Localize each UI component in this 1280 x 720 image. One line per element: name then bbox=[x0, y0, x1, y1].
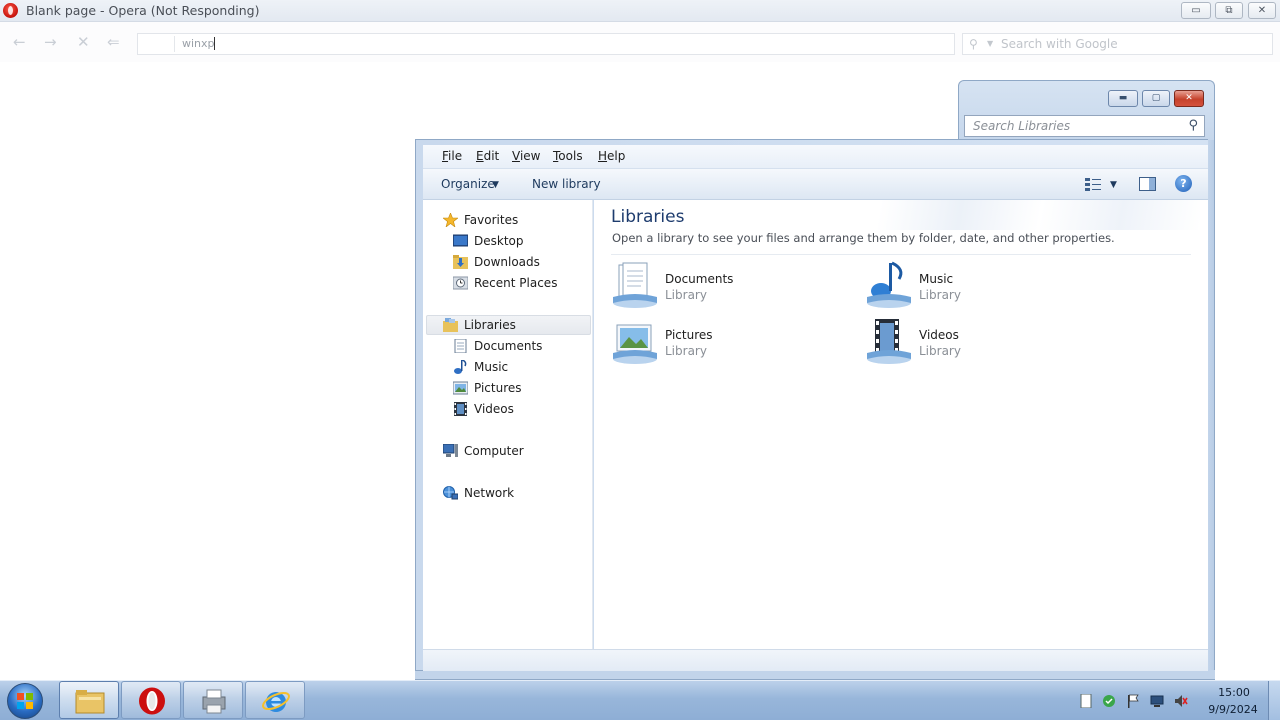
page-description: Open a library to see your files and arr… bbox=[612, 231, 1115, 245]
clock-time[interactable]: 15:00 bbox=[1210, 686, 1258, 699]
libraries-icon bbox=[443, 318, 458, 332]
organize-button[interactable]: Organize bbox=[441, 177, 495, 191]
taskbar-printer-button[interactable] bbox=[183, 681, 243, 719]
preview-pane-icon[interactable] bbox=[1139, 177, 1156, 191]
header-decoration bbox=[800, 200, 1200, 230]
computer-icon bbox=[443, 444, 458, 457]
folder-icon bbox=[75, 690, 105, 714]
library-kind: Library bbox=[665, 344, 707, 358]
explorer-close-button[interactable]: ✕ bbox=[1174, 90, 1204, 107]
show-desktop-button[interactable] bbox=[1268, 681, 1280, 720]
document-tray-icon[interactable] bbox=[1079, 694, 1093, 708]
video-film-icon bbox=[454, 402, 467, 416]
chevron-down-icon[interactable]: ▼ bbox=[987, 39, 993, 48]
menu-tools[interactable]: Tools bbox=[553, 149, 583, 163]
menu-edit[interactable]: Edit bbox=[476, 149, 499, 163]
stop-icon[interactable]: ✕ bbox=[77, 35, 90, 50]
network-status-icon[interactable] bbox=[1150, 694, 1164, 708]
forward-arrow-icon[interactable]: → bbox=[44, 35, 57, 50]
explorer-frame-bottom bbox=[415, 670, 1215, 680]
enter-key-icon[interactable]: ⇐ bbox=[107, 35, 120, 50]
music-library-icon bbox=[867, 261, 911, 308]
recent-places-icon bbox=[453, 276, 468, 290]
star-icon bbox=[443, 213, 458, 227]
search-libraries-box[interactable]: Search Libraries ⚲ bbox=[964, 115, 1205, 137]
menu-view[interactable]: View bbox=[512, 149, 540, 163]
network-icon bbox=[443, 486, 458, 500]
taskbar-opera-button[interactable] bbox=[121, 681, 181, 719]
security-shield-icon[interactable] bbox=[1102, 694, 1116, 708]
library-name: Pictures bbox=[665, 328, 713, 342]
opera-titlebar[interactable]: Blank page - Opera (Not Responding) ▭ ⧉ … bbox=[0, 0, 1280, 22]
chevron-down-icon[interactable]: ▼ bbox=[492, 180, 499, 190]
library-item-documents[interactable]: Documents Library bbox=[611, 261, 811, 311]
documents-library-icon bbox=[613, 262, 657, 308]
address-input[interactable]: winxp bbox=[182, 37, 215, 50]
library-name: Documents bbox=[665, 272, 734, 286]
library-kind: Library bbox=[919, 344, 961, 358]
pictures-icon bbox=[453, 381, 468, 395]
videos-library-icon bbox=[867, 319, 911, 364]
printer-icon bbox=[202, 689, 226, 714]
search-libraries-input[interactable]: Search Libraries bbox=[973, 119, 1070, 133]
library-item-pictures[interactable]: Pictures Library bbox=[611, 317, 811, 367]
music-note-icon bbox=[454, 360, 467, 374]
opera-logo-icon bbox=[3, 3, 18, 18]
search-icon: ⚲ bbox=[969, 37, 978, 51]
documents-icon bbox=[454, 339, 467, 353]
address-separator bbox=[174, 36, 175, 52]
search-box[interactable]: ⚲ ▼ Search with Google bbox=[962, 33, 1273, 55]
text-caret bbox=[214, 37, 215, 50]
taskbar-explorer-button[interactable] bbox=[59, 681, 119, 719]
pictures-library-icon bbox=[613, 324, 657, 364]
desktop-icon bbox=[453, 234, 468, 247]
library-item-music[interactable]: Music Library bbox=[865, 261, 1065, 311]
search-icon[interactable]: ⚲ bbox=[1188, 118, 1198, 133]
help-icon[interactable]: ? bbox=[1175, 175, 1192, 192]
volume-muted-icon[interactable] bbox=[1174, 694, 1188, 708]
chevron-down-icon[interactable]: ▼ bbox=[1110, 180, 1117, 190]
opera-window-title: Blank page - Opera (Not Responding) bbox=[26, 3, 260, 18]
divider bbox=[611, 254, 1191, 255]
explorer-minimize-button[interactable]: ▬ bbox=[1108, 90, 1138, 107]
action-center-flag-icon[interactable] bbox=[1126, 694, 1140, 708]
library-name: Videos bbox=[919, 328, 959, 342]
status-bar bbox=[423, 649, 1208, 671]
clock-date[interactable]: 9/9/2024 bbox=[1205, 703, 1261, 716]
library-name: Music bbox=[919, 272, 954, 286]
menu-bar: File Edit View Tools Help bbox=[423, 145, 1208, 169]
opera-close-button[interactable]: ✕ bbox=[1248, 2, 1276, 19]
page-title: Libraries bbox=[611, 207, 685, 227]
opera-restore-button[interactable]: ⧉ bbox=[1215, 2, 1243, 19]
library-kind: Library bbox=[665, 288, 707, 302]
back-arrow-icon[interactable]: ← bbox=[13, 35, 26, 50]
internet-explorer-icon bbox=[262, 691, 290, 712]
library-kind: Library bbox=[919, 288, 961, 302]
opera-icon bbox=[139, 687, 165, 715]
taskbar-ie-button[interactable] bbox=[245, 681, 305, 719]
library-item-videos[interactable]: Videos Library bbox=[865, 317, 1065, 367]
search-input[interactable]: Search with Google bbox=[1001, 37, 1118, 51]
opera-minimize-button[interactable]: ▭ bbox=[1181, 2, 1211, 19]
menu-file[interactable]: File bbox=[442, 149, 462, 163]
start-button[interactable] bbox=[7, 683, 43, 719]
menu-help[interactable]: Help bbox=[598, 149, 625, 163]
new-library-button[interactable]: New library bbox=[532, 177, 601, 191]
address-bar[interactable]: winxp bbox=[137, 33, 955, 55]
downloads-folder-icon bbox=[453, 255, 468, 269]
explorer-maximize-button[interactable]: ▢ bbox=[1142, 90, 1170, 107]
change-view-icon[interactable] bbox=[1085, 177, 1101, 191]
